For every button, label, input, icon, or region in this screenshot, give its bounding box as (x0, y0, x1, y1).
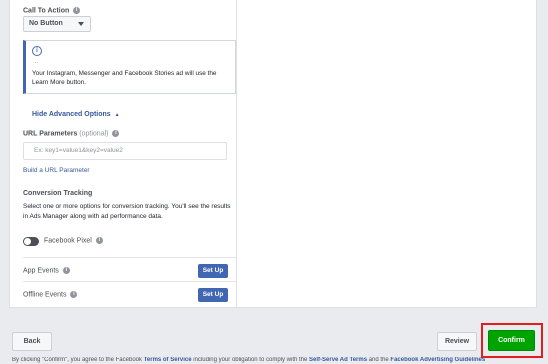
hide-advanced-options-link[interactable]: Hide Advanced Options ▲ (32, 111, 120, 118)
offline-events-label: Offline Events i (23, 291, 78, 298)
notice-ellipsis: ... (33, 59, 39, 65)
call-to-action-dropdown[interactable]: No Button (23, 16, 91, 32)
url-parameters-input[interactable]: Ex: key1=value1&key2=value2 (23, 142, 227, 160)
offline-events-setup-button[interactable]: Set Up (198, 288, 228, 302)
notice-text: Your Instagram, Messenger and Facebook S… (32, 70, 217, 86)
divider (23, 257, 238, 258)
info-icon[interactable]: i (62, 267, 70, 274)
review-button[interactable]: Review (437, 332, 477, 351)
divider (23, 281, 238, 282)
learn-more-notice: i ... Your Instagram, Messenger and Face… (23, 40, 236, 94)
legal-text: By clicking "Confirm", you agree to the … (12, 357, 486, 363)
self-serve-ad-terms-link[interactable]: Self-Serve Ad Terms (309, 357, 367, 363)
info-icon[interactable]: i (95, 237, 103, 244)
app-events-label: App Events i (23, 267, 70, 274)
ad-preview-panel (237, 0, 537, 308)
confirm-button[interactable]: Confirm (488, 330, 535, 351)
caret-up-icon: ▲ (114, 112, 120, 118)
facebook-pixel-label: Facebook Pixel i (44, 237, 103, 244)
ad-editor: Call To Action i No Button i ... Your In… (0, 0, 548, 364)
advertising-guidelines-link[interactable]: Facebook Advertising Guidelines (390, 357, 485, 363)
toggle-knob (24, 238, 31, 245)
info-icon[interactable]: i (73, 7, 81, 14)
back-button[interactable]: Back (12, 332, 52, 351)
url-parameters-label: URL Parameters (optional) i (23, 130, 120, 137)
ad-settings-panel: Call To Action i No Button i ... Your In… (9, 0, 238, 308)
info-icon[interactable]: i (112, 130, 120, 137)
conversion-tracking-description: Select one or more options for conversio… (23, 203, 231, 220)
build-url-parameter-link[interactable]: Build a URL Parameter (23, 167, 90, 174)
conversion-tracking-heading: Conversion Tracking (23, 190, 93, 197)
call-to-action-label: Call To Action i (23, 7, 81, 14)
info-icon[interactable]: i (70, 291, 78, 298)
info-circle-icon: i (32, 46, 42, 56)
facebook-pixel-toggle[interactable] (23, 237, 39, 246)
terms-of-service-link[interactable]: Terms of Service (144, 357, 192, 363)
app-events-setup-button[interactable]: Set Up (198, 264, 228, 278)
caret-down-icon (78, 22, 84, 26)
